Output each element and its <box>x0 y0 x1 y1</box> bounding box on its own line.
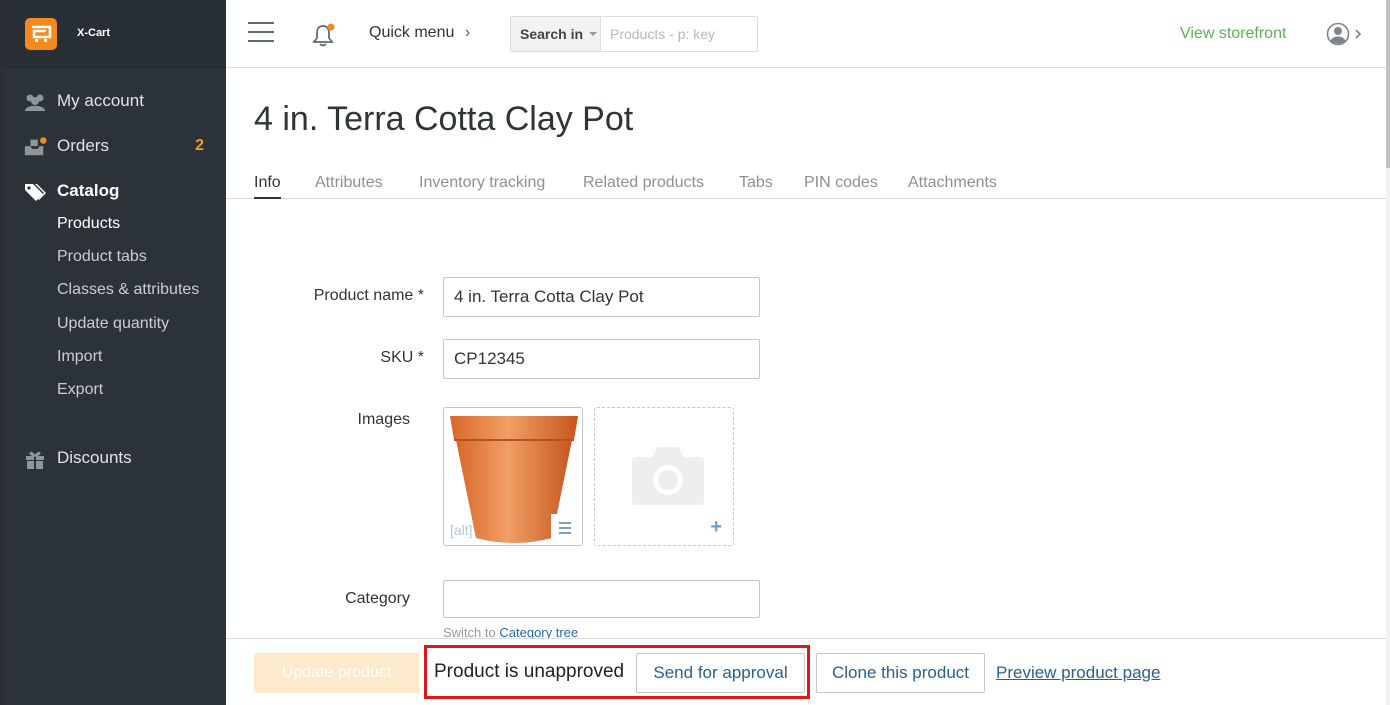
quick-menu-button[interactable]: Quick menu › <box>369 24 470 42</box>
tab-pin-codes[interactable]: PIN codes <box>804 174 878 199</box>
product-image-card[interactable]: [alt] <box>443 407 583 546</box>
notification-bell-icon[interactable] <box>311 22 335 48</box>
hamburger-menu-icon[interactable] <box>248 22 274 44</box>
add-image-placeholder[interactable]: + <box>594 407 734 546</box>
tab-info[interactable]: Info <box>254 174 281 199</box>
preview-product-page-link[interactable]: Preview product page <box>996 663 1160 683</box>
sidebar: X-Cart My account Orders 2 Catalog Produ… <box>0 0 226 705</box>
image-menu-icon[interactable] <box>551 514 579 542</box>
orders-count-badge: 2 <box>195 137 204 154</box>
user-avatar-icon[interactable] <box>1326 21 1366 47</box>
orders-icon <box>24 137 47 156</box>
search-input[interactable] <box>601 17 751 51</box>
search-scope-dropdown[interactable]: Search in <box>511 17 601 51</box>
page-title: 4 in. Terra Cotta Clay Pot <box>254 100 634 138</box>
sidebar-item-label: My account <box>57 91 144 110</box>
category-label: Category <box>345 590 410 607</box>
tab-attributes[interactable]: Attributes <box>315 174 383 199</box>
sidebar-item-catalog[interactable]: Catalog <box>3 174 226 208</box>
images-label: Images <box>357 411 410 428</box>
camera-icon <box>632 447 704 505</box>
plus-icon: + <box>710 516 722 538</box>
brand-name: X-Cart <box>77 27 111 39</box>
sidebar-subitem-classes-attributes[interactable]: Classes & attributes <box>57 281 199 299</box>
product-name-input[interactable] <box>443 277 760 317</box>
chevron-right-icon: › <box>464 24 471 41</box>
sidebar-subitem-product-tabs[interactable]: Product tabs <box>57 248 147 266</box>
view-storefront-link[interactable]: View storefront <box>1180 25 1286 43</box>
category-input[interactable] <box>443 580 760 618</box>
sidebar-item-my-account[interactable]: My account <box>3 84 226 118</box>
scrollbar-thumb[interactable] <box>1386 0 1390 168</box>
send-for-approval-button[interactable]: Send for approval <box>636 653 805 693</box>
product-tabs: Info Attributes Inventory tracking Relat… <box>226 168 1386 199</box>
tags-icon <box>25 184 46 201</box>
sku-input[interactable] <box>443 339 760 379</box>
search-scope-label: Search in <box>520 26 584 42</box>
update-product-button[interactable]: Update product <box>254 653 419 693</box>
image-alt-label[interactable]: [alt] <box>450 522 473 538</box>
sidebar-item-discounts[interactable]: Discounts <box>3 441 226 475</box>
xcart-logo[interactable] <box>25 18 57 50</box>
sidebar-item-label: Discounts <box>57 448 132 467</box>
search-box: Search in <box>510 16 758 52</box>
users-icon <box>25 94 45 111</box>
tab-inventory-tracking[interactable]: Inventory tracking <box>419 174 545 199</box>
sidebar-subitem-update-quantity[interactable]: Update quantity <box>57 315 169 333</box>
sidebar-subitem-products[interactable]: Products <box>57 215 120 233</box>
sku-label: SKU * <box>380 349 424 366</box>
tab-attachments[interactable]: Attachments <box>908 174 997 199</box>
sidebar-item-orders[interactable]: Orders 2 <box>3 129 226 163</box>
scrollbar[interactable] <box>1386 0 1390 705</box>
caret-down-icon <box>589 32 598 36</box>
gift-icon <box>26 451 44 469</box>
quick-menu-label: Quick menu <box>369 24 455 41</box>
tab-related-products[interactable]: Related products <box>583 174 704 199</box>
clone-product-button[interactable]: Clone this product <box>816 653 985 693</box>
topbar: Quick menu › Search in View storefront <box>226 0 1386 68</box>
sidebar-item-label: Catalog <box>57 181 120 200</box>
sidebar-subitem-import[interactable]: Import <box>57 348 102 366</box>
product-name-label: Product name * <box>313 287 424 304</box>
cart-logo-icon <box>32 25 52 42</box>
sidebar-subitem-export[interactable]: Export <box>57 381 103 399</box>
approval-status-text: Product is unapproved <box>434 661 625 682</box>
sidebar-item-label: Orders <box>57 136 109 155</box>
tab-tabs[interactable]: Tabs <box>739 174 773 199</box>
sidebar-header: X-Cart <box>3 0 226 68</box>
